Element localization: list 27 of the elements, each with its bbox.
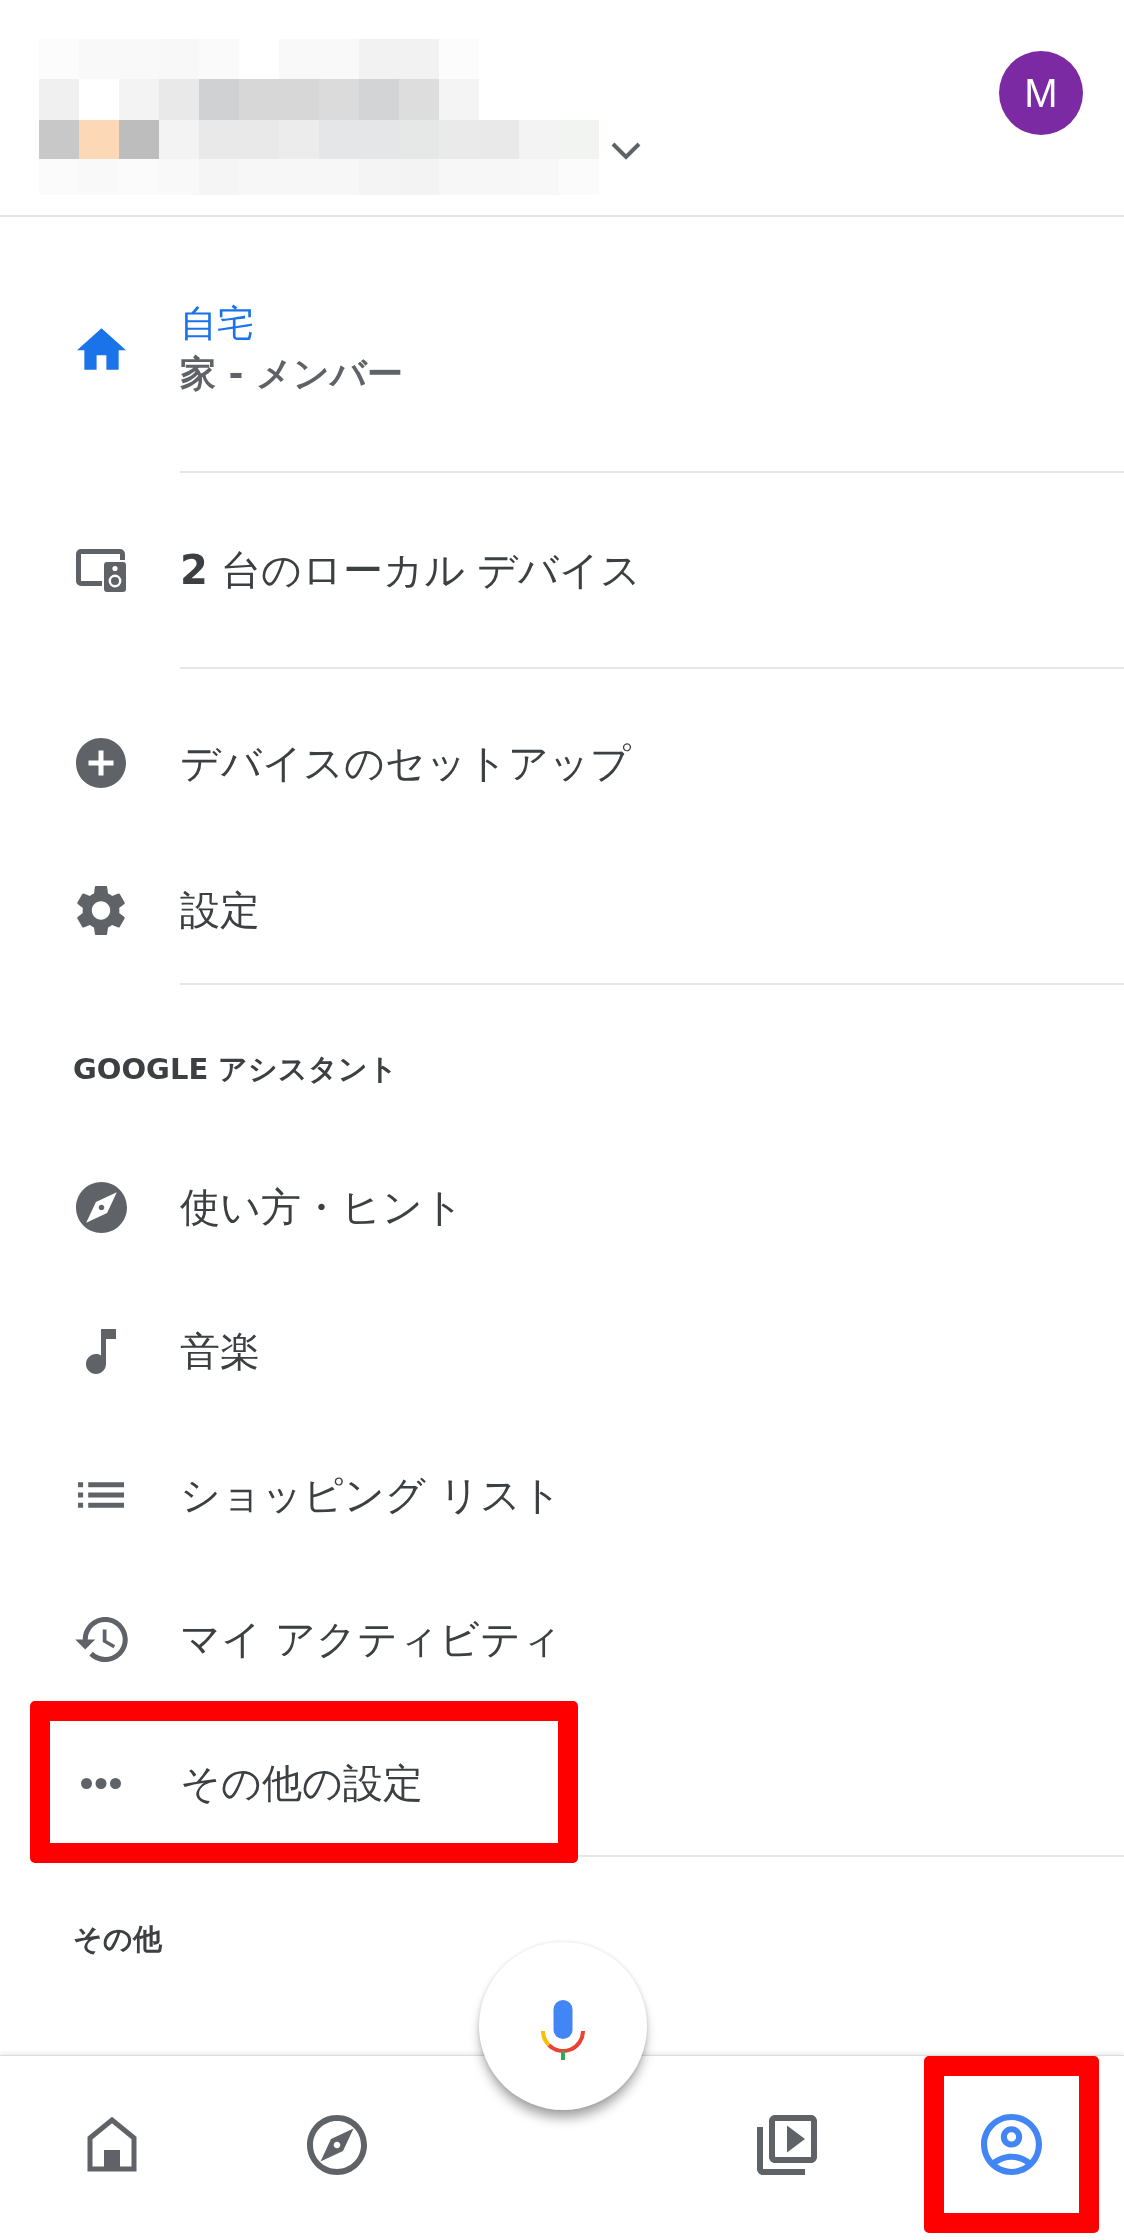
mic-button[interactable] bbox=[479, 1942, 647, 2110]
menu-item[interactable]: マイ アクティビティ bbox=[0, 1567, 1124, 1711]
menu-item[interactable]: 使い方・ヒント bbox=[0, 1135, 1124, 1279]
menu-item[interactable]: 設定 bbox=[0, 837, 1124, 983]
home-icon bbox=[87, 2117, 138, 2172]
home-item[interactable]: 自宅 家 - メンバー bbox=[0, 217, 1124, 471]
section-heading: GOOGLE アシスタント bbox=[73, 1052, 399, 1086]
music-note-icon bbox=[86, 1328, 116, 1374]
devices-speaker-icon bbox=[76, 548, 126, 592]
more-dots-icon bbox=[81, 1777, 121, 1789]
account-icon bbox=[981, 2114, 1043, 2175]
chevron-down-icon[interactable] bbox=[611, 142, 641, 161]
microphone-icon bbox=[541, 2000, 585, 2060]
home-icon bbox=[76, 328, 126, 370]
compass-icon bbox=[75, 1181, 127, 1233]
menu-item[interactable]: 音楽 bbox=[0, 1279, 1124, 1423]
history-icon bbox=[74, 1616, 128, 1662]
local-devices-item[interactable]: 2 台のローカル デバイス bbox=[0, 473, 1124, 667]
menu-item[interactable]: その他の設定 bbox=[0, 1711, 1124, 1855]
list-icon bbox=[78, 1482, 124, 1508]
settings-icon bbox=[76, 884, 126, 936]
menu-item[interactable]: ショッピング リスト bbox=[0, 1423, 1124, 1567]
menu-item[interactable]: デバイスのセットアップ bbox=[0, 689, 1124, 837]
video-library-icon bbox=[756, 2114, 817, 2175]
account-avatar[interactable]: M bbox=[999, 51, 1083, 135]
section-heading: その他 bbox=[73, 1922, 162, 1956]
compass-icon bbox=[307, 2114, 368, 2175]
